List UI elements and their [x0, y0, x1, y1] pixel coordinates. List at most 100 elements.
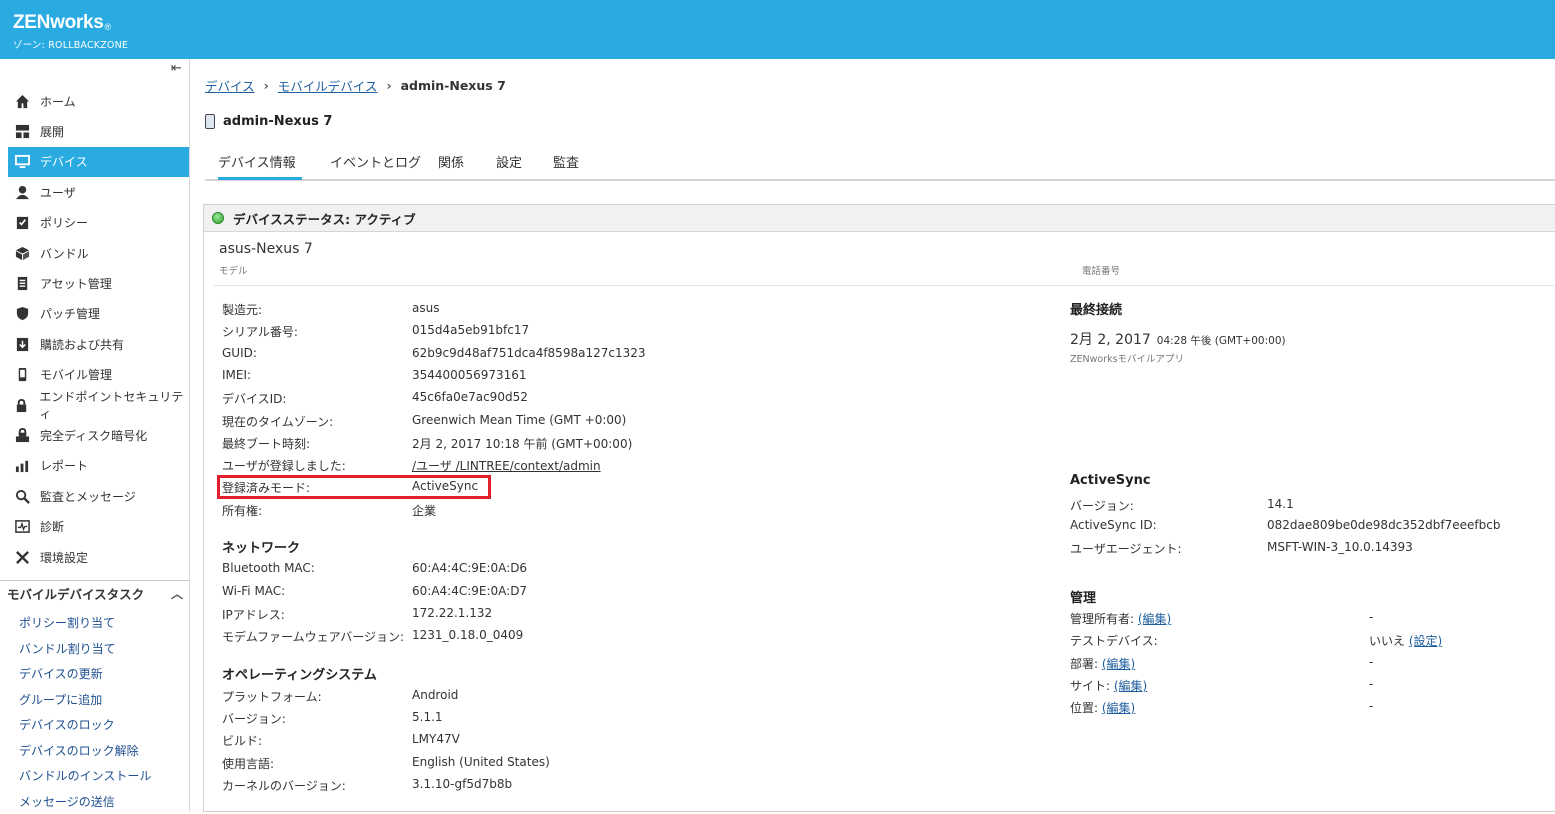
activesync-label: ActiveSync ID:	[1070, 518, 1157, 532]
phone-label: 電話番号	[1082, 263, 1120, 277]
sidebar-item-patch[interactable]: パッチ管理	[8, 299, 189, 329]
network-section-title: ネットワーク	[222, 537, 300, 556]
sidebar-item-devices[interactable]: デバイス	[8, 147, 189, 177]
tab-settings[interactable]: 設定	[496, 152, 522, 171]
edit-link[interactable]: (編集)	[1102, 701, 1135, 715]
sidebar-item-deploy[interactable]: 展開	[8, 116, 189, 146]
os-value: LMY47V	[412, 732, 460, 746]
highlight-box	[217, 475, 491, 499]
edit-link[interactable]: (編集)	[1102, 657, 1135, 671]
set-link[interactable]: (設定)	[1409, 634, 1442, 648]
sidebar-item-label: 診断	[40, 518, 64, 535]
detail-value: 企業	[412, 502, 436, 519]
tab-device-info[interactable]: デバイス情報	[218, 152, 296, 171]
tab-events-logs[interactable]: イベントとログ	[330, 152, 421, 171]
os-value: 5.1.1	[412, 710, 443, 724]
detail-label: シリアル番号:	[222, 323, 298, 340]
network-value: 172.22.1.132	[412, 606, 492, 620]
sidebar-item-configuration[interactable]: 環境設定	[8, 542, 189, 572]
last-contact-source: ZENworksモバイルアプリ	[1070, 351, 1184, 365]
sidebar-item-label: レポート	[40, 457, 88, 474]
detail-label: 製造元:	[222, 301, 262, 318]
sidebar: ⇤ ホーム 展開 デバイス ユーザ ポリシー バンドル アセット管理 パッチ管理	[0, 59, 190, 812]
monitor-icon	[14, 154, 30, 170]
sidebar-item-home[interactable]: ホーム	[8, 86, 189, 116]
admin-label: サイト:	[1070, 679, 1110, 693]
activesync-value: 082dae809be0de98dc352dbf7eeefbcb	[1267, 518, 1500, 532]
zone-label: ゾーン: ROLLBACKZONE	[13, 37, 128, 51]
admin-title: 管理	[1070, 587, 1096, 606]
os-label: プラットフォーム:	[222, 688, 322, 705]
tab-audit[interactable]: 監査	[553, 152, 579, 171]
last-contact-date: 2月 2, 201704:28 午後 (GMT+00:00)	[1070, 329, 1286, 349]
sidebar-item-mobile[interactable]: モバイル管理	[8, 360, 189, 390]
network-value: 60:A4:4C:9E:0A:D6	[412, 561, 527, 575]
mobile-icon	[14, 367, 30, 383]
task-refresh-device[interactable]: デバイスの更新	[19, 661, 151, 687]
top-banner: ZENworks® ゾーン: ROLLBACKZONE	[0, 0, 1555, 59]
admin-value: いいえ	[1369, 634, 1405, 648]
task-send-message[interactable]: メッセージの送信	[19, 789, 151, 814]
task-install-bundle[interactable]: バンドルのインストール	[19, 763, 151, 789]
activesync-label: ユーザエージェント:	[1070, 540, 1182, 557]
brand-text: ZENworks	[13, 12, 104, 33]
last-contact-date-text: 2月 2, 2017	[1070, 332, 1151, 348]
sidebar-item-asset[interactable]: アセット管理	[8, 268, 189, 298]
admin-label: 位置:	[1070, 701, 1098, 715]
os-label: カーネルのバージョン:	[222, 777, 346, 794]
task-assign-bundle[interactable]: バンドル割り当て	[19, 636, 151, 662]
sidebar-item-label: アセット管理	[40, 275, 112, 292]
task-list: ポリシー割り当て バンドル割り当て デバイスの更新 グループに追加 デバイスのロ…	[19, 610, 151, 814]
sidebar-item-audit[interactable]: 監査とメッセージ	[8, 481, 189, 511]
sidebar-item-label: ポリシー	[40, 214, 88, 231]
tab-relationships[interactable]: 関係	[438, 152, 464, 171]
task-lock-device[interactable]: デバイスのロック	[19, 712, 151, 738]
sidebar-item-subscribe[interactable]: 購読および共有	[8, 329, 189, 359]
sidebar-item-label: ユーザ	[40, 184, 76, 201]
edit-link[interactable]: (編集)	[1114, 679, 1147, 693]
activesync-value: 14.1	[1267, 497, 1294, 511]
sidebar-item-bundles[interactable]: バンドル	[8, 238, 189, 268]
sidebar-item-diagnostics[interactable]: 診断	[8, 511, 189, 541]
edit-link[interactable]: (編集)	[1138, 612, 1171, 626]
zenworks-logo[interactable]: ZENworks®	[13, 12, 111, 34]
sidebar-item-reports[interactable]: レポート	[8, 451, 189, 481]
deploy-icon	[14, 124, 30, 140]
sidebar-item-label: 環境設定	[40, 549, 88, 566]
admin-value: -	[1369, 610, 1373, 624]
task-add-to-group[interactable]: グループに追加	[19, 687, 151, 713]
detail-value: asus	[412, 301, 439, 315]
mobile-device-icon	[205, 114, 215, 129]
breadcrumb: デバイス › モバイルデバイス › admin-Nexus 7	[205, 76, 506, 95]
search-icon	[14, 488, 30, 504]
admin-label: テストデバイス:	[1070, 632, 1158, 649]
os-value: 3.1.10-gf5d7b8b	[412, 777, 512, 791]
chevron-right-icon: ›	[264, 78, 269, 93]
mobile-device-tasks-header[interactable]: モバイルデバイスタスク ︿	[0, 580, 189, 606]
bundle-icon	[14, 245, 30, 261]
breadcrumb-mobile-devices[interactable]: モバイルデバイス	[278, 76, 378, 95]
detail-label: 現在のタイムゾーン:	[222, 413, 333, 430]
admin-row: いいえ (設定)	[1369, 632, 1442, 649]
sidebar-item-label: 完全ディスク暗号化	[40, 427, 147, 444]
sidebar-item-endpoint[interactable]: エンドポイントセキュリティ	[8, 390, 189, 420]
task-unlock-device[interactable]: デバイスのロック解除	[19, 738, 151, 764]
shield-icon	[14, 306, 30, 322]
task-assign-policy[interactable]: ポリシー割り当て	[19, 610, 151, 636]
home-icon	[14, 93, 30, 109]
sidebar-item-policy[interactable]: ポリシー	[8, 208, 189, 238]
admin-row: サイト: (編集)	[1070, 677, 1147, 694]
breadcrumb-devices[interactable]: デバイス	[205, 76, 255, 95]
registered-user-link[interactable]: /ユーザ /LINTREE/context/admin	[412, 457, 601, 474]
device-status-panel: デバイスステータス: アクティブ asus-Nexus 7 モデル 電話番号 製…	[203, 204, 1555, 812]
sidebar-item-users[interactable]: ユーザ	[8, 177, 189, 207]
collapse-sidebar-icon[interactable]: ⇤	[171, 61, 182, 76]
admin-value: -	[1369, 677, 1373, 691]
detail-value: 354400056973161	[412, 368, 527, 382]
detail-value: 45c6fa0e7ac90d52	[412, 390, 528, 404]
network-label: Bluetooth MAC:	[222, 561, 315, 575]
chevron-up-icon[interactable]: ︿	[171, 585, 183, 602]
os-label: ビルド:	[222, 732, 262, 749]
sidebar-item-disk-encryption[interactable]: 完全ディスク暗号化	[8, 420, 189, 450]
sidebar-item-label: バンドル	[40, 245, 89, 262]
